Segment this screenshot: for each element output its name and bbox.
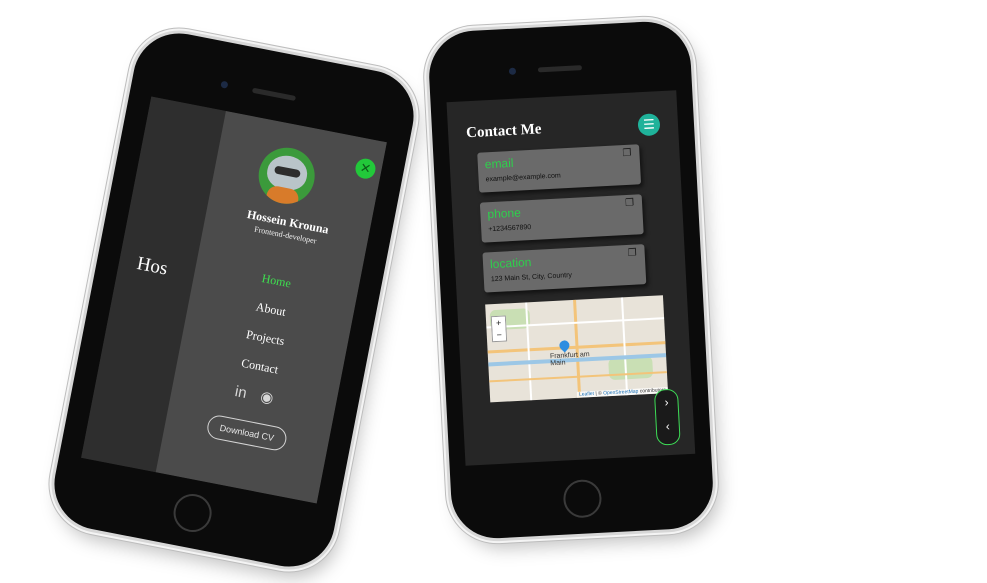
card-label: phone [487,205,522,222]
home-button [562,478,603,519]
card-label: location [489,255,532,272]
leaflet-link[interactable]: Leaflet [579,391,594,398]
zoom-in-button[interactable]: + [491,316,506,330]
zoom-out-button[interactable]: − [492,328,507,342]
hamburger-icon: ☰ [642,116,656,133]
phone-mockup-right: Contact Me ☰ email example@example.com ❐… [426,19,716,541]
avatar [253,142,320,209]
close-menu-button[interactable]: ✕ [353,156,378,181]
phone-screen-menu: Hos ✕ Hossein Krouna Frontend-developer … [81,96,387,504]
hero-text: Hos [135,253,170,280]
phone-speaker [537,65,583,73]
phone-camera [508,67,517,75]
download-cv-button[interactable]: Download CV [205,413,289,453]
copy-icon[interactable]: ❐ [625,198,635,209]
contact-card-email: email example@example.com ❐ [477,144,642,193]
close-icon: ✕ [358,159,373,177]
phone-mockup-left: Hos ✕ Hossein Krouna Frontend-developer … [46,25,422,575]
osm-link[interactable]: OpenStreetMap [603,389,639,397]
menu-button[interactable]: ☰ [637,113,661,137]
card-value: +1234567890 [488,224,532,234]
home-button [170,490,215,536]
copy-icon[interactable]: ❐ [622,148,632,159]
linkedin-icon[interactable]: in [233,383,248,402]
card-value: example@example.com [485,172,561,184]
prev-page-button[interactable]: ‹ [656,414,679,439]
map-zoom-control: + − [490,315,508,343]
contact-card-location: location 123 Main St, City, Country ❐ [482,244,647,293]
phone-speaker [251,87,297,102]
page-nav: › ‹ [653,388,681,446]
page-title: Contact Me [465,121,542,142]
next-page-button[interactable]: › [655,390,678,415]
github-icon[interactable]: ◉ [259,387,275,407]
map-pin-icon[interactable] [557,338,572,353]
phone-screen-contact: Contact Me ☰ email example@example.com ❐… [446,90,696,466]
copy-icon[interactable]: ❐ [627,248,637,259]
contact-card-phone: phone +1234567890 ❐ [479,194,644,243]
phone-camera [220,80,229,89]
card-label: email [484,155,514,172]
map-city-label: Frankfurt am Main [549,351,590,368]
location-map[interactable]: + − Frankfurt am Main Leaflet | © OpenSt… [485,295,669,403]
card-value: 123 Main St, City, Country [490,271,573,284]
